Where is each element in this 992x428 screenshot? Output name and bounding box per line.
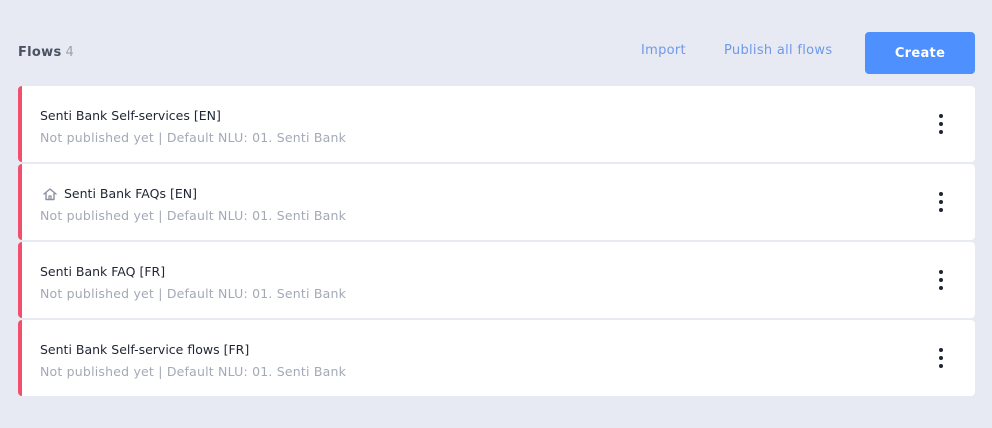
more-options-icon[interactable] xyxy=(935,270,947,290)
meta-separator: | xyxy=(154,130,167,145)
flow-nlu: Default NLU: 01. Senti Bank xyxy=(166,130,347,145)
page-title: Flows 4 xyxy=(18,45,74,60)
menu-dot xyxy=(939,192,943,196)
flow-status: Not published yet xyxy=(40,286,155,301)
flows-header: Flows 4 Import Publish all flows Create xyxy=(0,0,992,86)
menu-dot xyxy=(939,348,943,352)
flow-name-label: Senti Bank Self-service flows [FR] xyxy=(40,342,250,357)
meta-separator: | xyxy=(154,208,167,223)
menu-dot xyxy=(939,364,943,368)
flow-card[interactable]: Senti Bank Self-services [EN] Not publish… xyxy=(18,86,975,162)
menu-dot xyxy=(939,114,943,118)
flow-meta: Not published yet | Default NLU: 01. Sen… xyxy=(40,208,346,223)
menu-dot xyxy=(939,200,943,204)
flow-list: Senti Bank Self-services [EN] Not publish… xyxy=(18,86,975,398)
flow-name: Senti Bank FAQ [FR] xyxy=(40,264,165,279)
flow-name: Senti Bank FAQs [EN] xyxy=(40,186,197,201)
flow-meta: Not published yet | Default NLU: 01. Sen… xyxy=(40,286,346,301)
flow-card[interactable]: Senti Bank Self-service flows [FR] Not pu… xyxy=(18,320,975,396)
flow-name-label: Senti Bank Self-services [EN] xyxy=(40,108,221,123)
flow-meta: Not published yet | Default NLU: 01. Sen… xyxy=(40,130,346,145)
menu-dot xyxy=(939,270,943,274)
flow-nlu: Default NLU: 01. Senti Bank xyxy=(166,286,347,301)
menu-dot xyxy=(939,122,943,126)
flow-name-label: Senti Bank FAQ [FR] xyxy=(40,264,166,279)
home-icon xyxy=(42,187,58,201)
meta-separator: | xyxy=(154,286,167,301)
flow-status: Not published yet xyxy=(40,130,155,145)
import-button[interactable]: Import xyxy=(641,43,686,58)
flow-name: Senti Bank Self-service flows [FR] xyxy=(40,342,249,357)
page-title-label: Flows xyxy=(18,45,62,60)
menu-dot xyxy=(939,286,943,290)
flow-card[interactable]: Senti Bank FAQs [EN] Not published yet | … xyxy=(18,164,975,240)
flow-nlu: Default NLU: 01. Senti Bank xyxy=(166,364,347,379)
flow-status: Not published yet xyxy=(40,208,155,223)
menu-dot xyxy=(939,356,943,360)
flow-name: Senti Bank Self-services [EN] xyxy=(40,108,221,123)
more-options-icon[interactable] xyxy=(935,114,947,134)
publish-all-flows-button[interactable]: Publish all flows xyxy=(724,43,832,58)
menu-dot xyxy=(939,130,943,134)
flow-card[interactable]: Senti Bank FAQ [FR] Not published yet | D… xyxy=(18,242,975,318)
create-button[interactable]: Create xyxy=(865,32,975,74)
flow-name-label: Senti Bank FAQs [EN] xyxy=(64,186,197,201)
flows-count: 4 xyxy=(65,45,75,60)
flow-nlu: Default NLU: 01. Senti Bank xyxy=(166,208,347,223)
flow-status: Not published yet xyxy=(40,364,155,379)
menu-dot xyxy=(939,278,943,282)
more-options-icon[interactable] xyxy=(935,348,947,368)
meta-separator: | xyxy=(154,364,167,379)
flow-meta: Not published yet | Default NLU: 01. Sen… xyxy=(40,364,346,379)
menu-dot xyxy=(939,208,943,212)
more-options-icon[interactable] xyxy=(935,192,947,212)
